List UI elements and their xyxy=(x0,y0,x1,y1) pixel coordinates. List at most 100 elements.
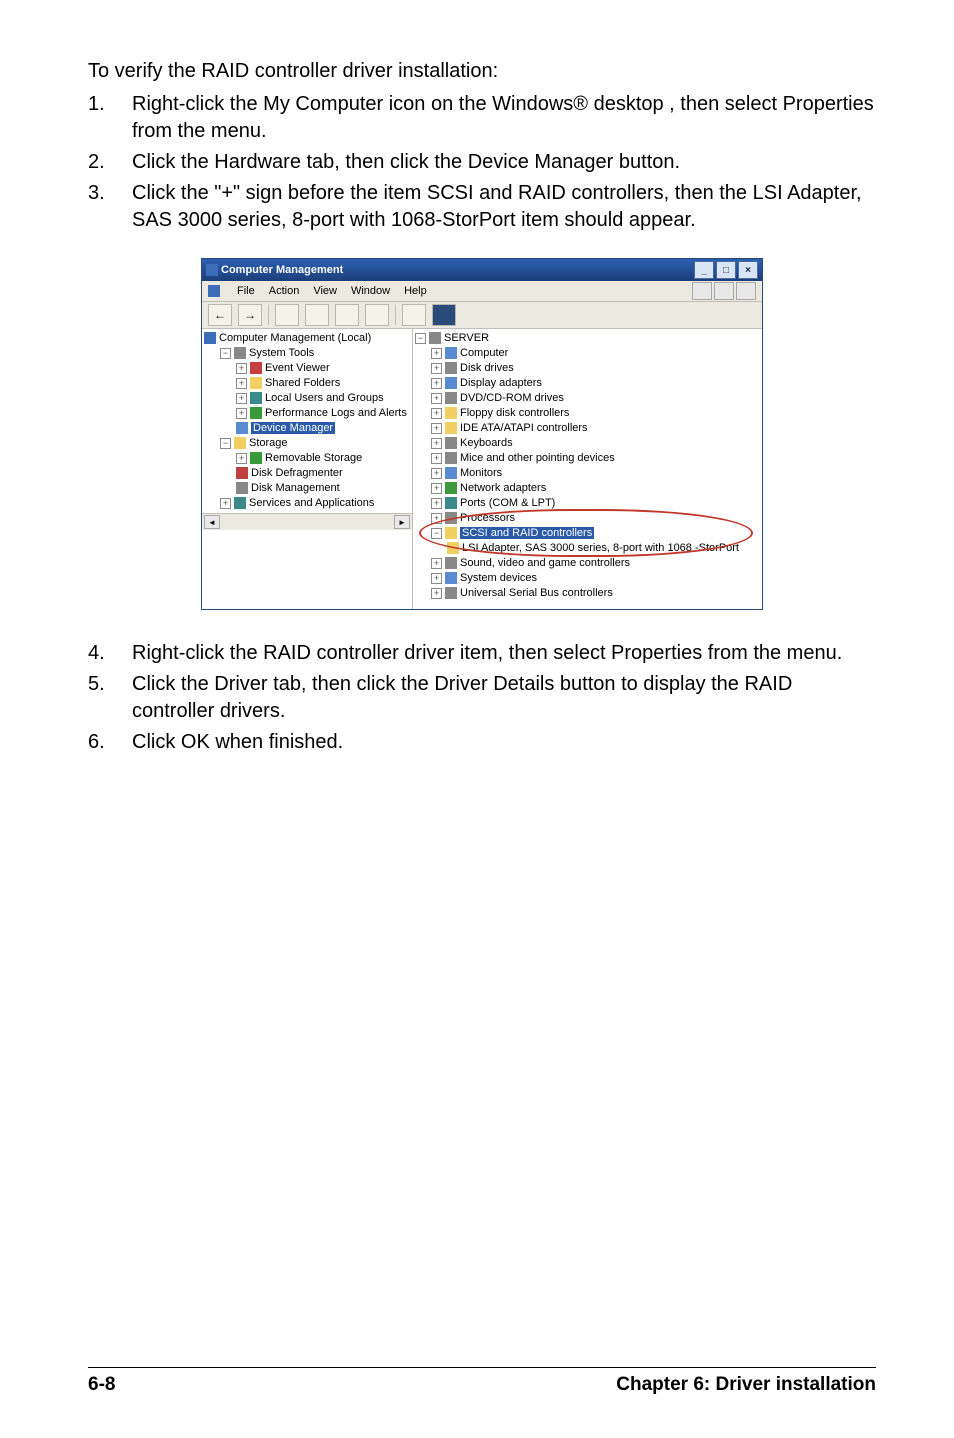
item-monitors[interactable]: Monitors xyxy=(460,467,502,479)
item-removable[interactable]: Removable Storage xyxy=(265,452,362,464)
item-services[interactable]: Services and Applications xyxy=(249,497,374,509)
collapse-icon[interactable]: − xyxy=(415,333,426,344)
page-footer: 6-8 Chapter 6: Driver installation xyxy=(88,1367,876,1396)
tree-root[interactable]: Computer Management (Local) xyxy=(219,332,371,344)
item-system-devices[interactable]: System devices xyxy=(460,572,537,584)
item-processors[interactable]: Processors xyxy=(460,512,515,524)
item-storage[interactable]: Storage xyxy=(249,437,288,449)
menu-action[interactable]: Action xyxy=(269,285,300,297)
item-device-manager[interactable]: Device Manager xyxy=(251,422,335,434)
expand-icon[interactable]: + xyxy=(431,423,442,434)
item-dvd[interactable]: DVD/CD-ROM drives xyxy=(460,392,564,404)
item-event-viewer[interactable]: Event Viewer xyxy=(265,362,330,374)
maximize-button[interactable]: □ xyxy=(716,261,736,279)
minimize-button[interactable]: _ xyxy=(694,261,714,279)
perf-icon xyxy=(250,407,262,419)
left-tree-pane[interactable]: Computer Management (Local) − System Tool… xyxy=(202,329,413,609)
item-system-tools[interactable]: System Tools xyxy=(249,347,314,359)
tb-back[interactable]: ← xyxy=(208,304,232,326)
node-icon xyxy=(445,437,457,449)
collapse-icon[interactable]: − xyxy=(220,348,231,359)
item-mice[interactable]: Mice and other pointing devices xyxy=(460,452,615,464)
expand-icon[interactable]: + xyxy=(431,378,442,389)
expand-icon[interactable]: + xyxy=(236,393,247,404)
item-usb[interactable]: Universal Serial Bus controllers xyxy=(460,587,613,599)
expand-icon[interactable]: + xyxy=(431,588,442,599)
adapter-icon xyxy=(447,542,459,554)
tb-help[interactable] xyxy=(402,304,426,326)
item-perf-logs[interactable]: Performance Logs and Alerts xyxy=(265,407,407,419)
expand-icon[interactable]: + xyxy=(431,393,442,404)
item-display[interactable]: Display adapters xyxy=(460,377,542,389)
expand-icon[interactable]: + xyxy=(431,438,442,449)
expand-icon[interactable]: + xyxy=(431,498,442,509)
item-diskdrives[interactable]: Disk drives xyxy=(460,362,514,374)
expand-icon[interactable]: + xyxy=(431,513,442,524)
step-num: 1. xyxy=(88,91,132,145)
expand-icon[interactable]: + xyxy=(431,408,442,419)
scroll-left-btn[interactable]: ◄ xyxy=(204,515,220,529)
menu-help[interactable]: Help xyxy=(404,285,427,297)
item-defrag[interactable]: Disk Defragmenter xyxy=(251,467,343,479)
tb-sep xyxy=(395,305,396,325)
folder-icon xyxy=(234,437,246,449)
steps-bottom: 4.Right-click the RAID controller driver… xyxy=(88,640,876,756)
tb-forward[interactable]: → xyxy=(238,304,262,326)
collapse-icon[interactable]: − xyxy=(431,528,442,539)
item-diskmgmt[interactable]: Disk Management xyxy=(251,482,340,494)
diskmgmt-icon xyxy=(236,482,248,494)
item-floppy[interactable]: Floppy disk controllers xyxy=(460,407,569,419)
tb-props[interactable] xyxy=(305,304,329,326)
expand-icon[interactable]: + xyxy=(236,378,247,389)
expand-icon[interactable]: + xyxy=(431,348,442,359)
mdi-close[interactable] xyxy=(736,282,756,300)
item-sound[interactable]: Sound, video and game controllers xyxy=(460,557,630,569)
chapter-title: Chapter 6: Driver installation xyxy=(616,1374,876,1396)
item-local-users[interactable]: Local Users and Groups xyxy=(265,392,384,404)
expand-icon[interactable]: + xyxy=(431,483,442,494)
expand-icon[interactable]: + xyxy=(431,558,442,569)
page-number: 6-8 xyxy=(88,1374,115,1396)
expand-icon[interactable]: + xyxy=(431,363,442,374)
device-manager-icon xyxy=(236,422,248,434)
item-scsi-raid[interactable]: SCSI and RAID controllers xyxy=(460,527,594,539)
users-icon xyxy=(250,392,262,404)
item-network[interactable]: Network adapters xyxy=(460,482,546,494)
close-button[interactable]: × xyxy=(738,261,758,279)
tb-export[interactable] xyxy=(365,304,389,326)
node-icon xyxy=(445,572,457,584)
window-titlebar[interactable]: Computer Management _ □ × xyxy=(202,259,762,281)
menu-view[interactable]: View xyxy=(313,285,337,297)
collapse-icon[interactable]: − xyxy=(220,438,231,449)
item-shared-folders[interactable]: Shared Folders xyxy=(265,377,340,389)
expand-icon[interactable]: + xyxy=(236,408,247,419)
item-ports[interactable]: Ports (COM & LPT) xyxy=(460,497,555,509)
menu-window[interactable]: Window xyxy=(351,285,390,297)
tb-extra[interactable] xyxy=(432,304,456,326)
node-icon xyxy=(445,407,457,419)
item-computer[interactable]: Computer xyxy=(460,347,508,359)
expand-icon[interactable]: + xyxy=(236,453,247,464)
services-icon xyxy=(234,497,246,509)
mdi-minimize[interactable] xyxy=(692,282,712,300)
step-text: Click the "+" sign before the item SCSI … xyxy=(132,180,876,234)
item-lsi-adapter[interactable]: LSI Adapter, SAS 3000 series, 8-port wit… xyxy=(462,542,739,554)
right-tree-pane[interactable]: − SERVER + Computer + Disk drives + Display … xyxy=(413,329,762,609)
scroll-right-btn[interactable]: ► xyxy=(394,515,410,529)
menu-file[interactable]: File xyxy=(237,285,255,297)
item-ide[interactable]: IDE ATA/ATAPI controllers xyxy=(460,422,588,434)
step-text: Click the Driver tab, then click the Dri… xyxy=(132,671,876,725)
tb-refresh[interactable] xyxy=(335,304,359,326)
tb-up[interactable] xyxy=(275,304,299,326)
step-num: 6. xyxy=(88,729,132,756)
expand-icon[interactable]: + xyxy=(431,573,442,584)
expand-icon[interactable]: + xyxy=(431,453,442,464)
expand-icon[interactable]: + xyxy=(236,363,247,374)
tree-server[interactable]: SERVER xyxy=(444,332,489,344)
expand-icon[interactable]: + xyxy=(220,498,231,509)
app-icon xyxy=(206,264,218,276)
item-keyboards[interactable]: Keyboards xyxy=(460,437,513,449)
mdi-restore[interactable] xyxy=(714,282,734,300)
expand-icon[interactable]: + xyxy=(431,468,442,479)
left-scrollbar[interactable]: ◄ ► xyxy=(202,513,412,530)
